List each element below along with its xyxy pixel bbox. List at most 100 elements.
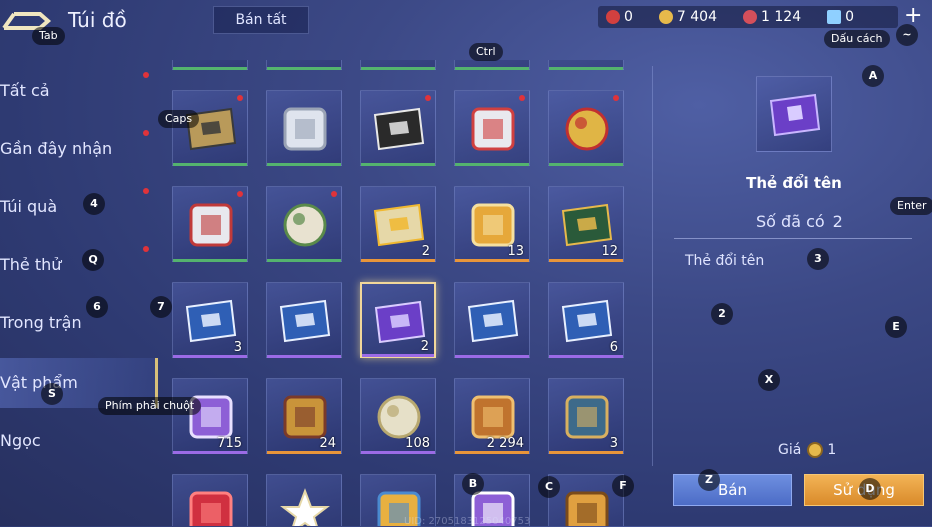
new-badge-dot xyxy=(519,95,525,101)
new-badge-dot xyxy=(237,95,243,101)
exp-x2-card-icon xyxy=(467,299,519,343)
tab-recent[interactable]: Gần đây nhận xyxy=(0,124,158,174)
key-hint: ~ xyxy=(896,24,918,46)
selected-item-name: Thẻ đổi tên xyxy=(746,174,842,192)
rarity-bar xyxy=(173,451,247,454)
key-hint: B xyxy=(462,473,484,495)
item-slot[interactable]: 3 xyxy=(548,378,624,454)
key-hint: Enter xyxy=(890,197,932,215)
item-slot[interactable]: 2 xyxy=(360,186,436,262)
key-hint: Tab xyxy=(32,27,65,45)
tab-gems[interactable]: Ngọc xyxy=(0,416,158,466)
item-slot[interactable]: 3 xyxy=(172,282,248,358)
rarity-bar xyxy=(455,451,529,454)
tab-all[interactable]: Tất cả xyxy=(0,66,158,116)
item-slot[interactable]: 6 xyxy=(548,282,624,358)
item-slot[interactable] xyxy=(548,60,624,70)
tab-trial-cards[interactable]: Thẻ thử xyxy=(0,240,158,290)
item-slot[interactable] xyxy=(454,90,530,166)
item-slot[interactable] xyxy=(548,90,624,166)
key-hint: Dấu cách xyxy=(824,30,890,48)
rarity-bar xyxy=(173,355,247,358)
new-badge-dot xyxy=(237,191,243,197)
photo-cards-icon xyxy=(373,107,425,151)
rarity-bar xyxy=(549,355,623,358)
panel-divider xyxy=(652,66,653,466)
key-hint: C xyxy=(538,476,560,498)
rarity-bar xyxy=(549,163,623,166)
key-hint: A xyxy=(862,65,884,87)
item-slot[interactable]: 108 xyxy=(360,378,436,454)
item-count: 13 xyxy=(507,244,524,259)
item-slot[interactable] xyxy=(172,60,248,70)
rarity-bar xyxy=(267,163,341,166)
user-id-label: UID: 2705183125040753 xyxy=(404,516,531,527)
tab-gift-bag[interactable]: Túi quà xyxy=(0,182,158,232)
key-hint: 4 xyxy=(83,193,105,215)
rarity-bar xyxy=(267,451,341,454)
item-slot[interactable] xyxy=(266,60,342,70)
item-slot[interactable] xyxy=(172,474,248,526)
sell-price: Giá 1 xyxy=(778,442,837,458)
rarity-bar xyxy=(549,451,623,454)
rename-card-icon xyxy=(769,93,821,137)
exp-x2-card-icon xyxy=(561,299,613,343)
item-slot[interactable]: 13 xyxy=(454,186,530,262)
key-hint: S xyxy=(41,383,63,405)
rarity-bar xyxy=(549,259,623,262)
gold-coin-icon xyxy=(807,442,824,458)
rarity-bar xyxy=(361,259,435,262)
rarity-bar xyxy=(361,451,435,454)
item-count: 3 xyxy=(233,340,242,355)
item-slot[interactable] xyxy=(454,282,530,358)
exp-x2-card-icon xyxy=(279,299,331,343)
new-badge-dot xyxy=(143,130,149,136)
item-slot[interactable] xyxy=(266,186,342,262)
item-slot[interactable]: 2 294 xyxy=(454,378,530,454)
item-slot[interactable] xyxy=(454,60,530,70)
ornament-ball-icon xyxy=(283,203,327,247)
item-count: 108 xyxy=(405,436,430,451)
sell-all-button[interactable]: Bán tất xyxy=(213,6,309,34)
item-slot[interactable] xyxy=(360,90,436,166)
key-hint: 7 xyxy=(150,296,172,318)
item-slot[interactable] xyxy=(360,60,436,70)
item-slot[interactable] xyxy=(266,282,342,358)
item-slot[interactable] xyxy=(266,474,342,526)
key-hint: D xyxy=(859,478,881,500)
pendant-icon xyxy=(565,107,609,151)
item-slot[interactable]: 24 xyxy=(266,378,342,454)
item-slot[interactable] xyxy=(266,90,342,166)
owned-count: Số đã có 2 xyxy=(756,212,843,231)
currency-ruby: 1 124 xyxy=(735,9,801,25)
currency-bar: 0 7 404 1 124 0 xyxy=(598,6,898,28)
key-hint: 2 xyxy=(711,303,733,325)
item-slot[interactable]: 12 xyxy=(548,186,624,262)
new-badge-dot xyxy=(425,95,431,101)
map-fragment-icon xyxy=(283,107,327,151)
item-count: 24 xyxy=(319,436,336,451)
tab-in-match[interactable]: Trong trận xyxy=(0,298,158,348)
detail-separator xyxy=(674,238,912,239)
currency-gold: 7 404 xyxy=(651,9,717,25)
item-slot-selected[interactable]: 2 xyxy=(360,282,436,358)
item-slot[interactable] xyxy=(172,90,248,166)
rarity-bar xyxy=(173,163,247,166)
item-slot[interactable]: 715 xyxy=(172,378,248,454)
key-hint: Caps xyxy=(158,110,200,128)
key-hint: 3 xyxy=(807,248,829,270)
sell-button[interactable]: Bán xyxy=(673,474,792,506)
new-badge-dot xyxy=(143,188,149,194)
new-badge-dot xyxy=(143,72,149,78)
item-slot[interactable] xyxy=(172,186,248,262)
key-hint: Phím phải chuột xyxy=(98,397,202,415)
page-title: Túi đồ xyxy=(68,8,127,32)
item-count: 3 xyxy=(609,436,618,451)
rarity-bar xyxy=(455,163,529,166)
new-badge-dot xyxy=(143,246,149,252)
key-hint: Z xyxy=(698,469,720,491)
exp-x2-card-icon xyxy=(185,299,237,343)
item-count: 2 xyxy=(420,339,429,354)
new-badge-dot xyxy=(331,191,337,197)
item-count: 12 xyxy=(601,244,618,259)
